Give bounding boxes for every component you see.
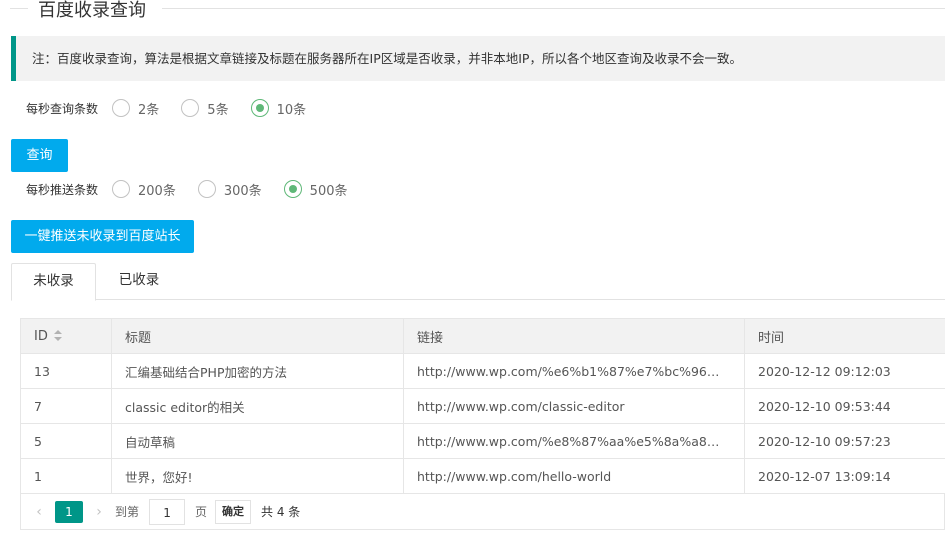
column-header-link: 链接 — [403, 318, 745, 354]
page-title: 百度收录查询 — [38, 0, 146, 21]
radio-circle[interactable] — [112, 99, 131, 117]
cell-id: 7 — [20, 388, 112, 424]
goto-page-input[interactable]: 1 — [149, 498, 186, 525]
column-header-title: 标题 — [111, 318, 404, 354]
query-button[interactable]: 查询 — [11, 139, 68, 172]
radio-circle-checked[interactable] — [250, 99, 269, 117]
push-to-baidu-button[interactable]: 一键推送未收录到百度站长 — [11, 220, 194, 253]
cell-link: http://www.wp.com/classic-editor — [403, 388, 745, 424]
table-row: 13 汇编基础结合PHP加密的方法 http://www.wp.com/%e6%… — [20, 353, 945, 389]
radio-circle-checked[interactable] — [283, 180, 302, 198]
radio-circle[interactable] — [112, 180, 131, 198]
cell-title: 世界，您好! — [111, 458, 404, 494]
query-rate-option-10[interactable]: 10条 — [250, 99, 307, 118]
divider — [162, 8, 945, 9]
cell-time: 2020-12-10 09:57:23 — [744, 423, 945, 459]
table-header-row: ID 标题 链接 时间 — [20, 318, 945, 354]
query-rate-option-5[interactable]: 5条 — [181, 99, 229, 118]
sort-icon[interactable] — [53, 330, 62, 342]
radio-label: 200条 — [138, 183, 176, 199]
column-header-time: 时间 — [744, 318, 945, 354]
query-rate-group: 每秒查询条数 2条 5条 10条 — [26, 97, 328, 119]
push-rate-option-200[interactable]: 200条 — [112, 180, 176, 199]
tab-indexed[interactable]: 已收录 — [103, 263, 175, 300]
radio-label: 2条 — [138, 102, 160, 118]
tab-unindexed[interactable]: 未收录 — [11, 263, 96, 301]
notice-banner: 注：百度收录查询，算法是根据文章链接及标题在服务器所在IP区域是否收录，并非本地… — [11, 36, 945, 81]
cell-link: http://www.wp.com/hello-world — [403, 458, 745, 494]
query-rate-label: 每秒查询条数 — [26, 101, 99, 116]
table-row: 5 自动草稿 http://www.wp.com/%e8%87%aa%e5%8a… — [20, 423, 945, 459]
prev-page-icon[interactable]: ‹ — [31, 504, 47, 520]
pagination: ‹ 1 › 到第 1 页 确定 共 4 条 — [20, 494, 945, 530]
next-page-icon[interactable]: › — [91, 504, 107, 520]
goto-label: 到第 — [115, 505, 140, 519]
table-row: 7 classic editor的相关 http://www.wp.com/cl… — [20, 388, 945, 424]
results-table: ID 标题 链接 时间 13 汇编基础结合PHP加密的方法 http://www… — [20, 318, 945, 494]
cell-id: 13 — [20, 353, 112, 389]
cell-time: 2020-12-07 13:09:14 — [744, 458, 945, 494]
push-rate-label: 每秒推送条数 — [26, 182, 99, 197]
tab-bar: 未收录 已收录 — [11, 263, 945, 301]
column-header-id[interactable]: ID — [20, 318, 112, 354]
radio-label: 300条 — [223, 183, 262, 199]
page-unit-label: 页 — [195, 505, 208, 519]
goto-confirm-button[interactable]: 确定 — [215, 499, 252, 524]
cell-link: http://www.wp.com/%e8%87%aa%e5%8a%a8%e8%… — [403, 423, 745, 459]
cell-time: 2020-12-10 09:53:44 — [744, 388, 945, 424]
divider — [10, 8, 28, 9]
page-current[interactable]: 1 — [55, 500, 83, 523]
radio-label: 10条 — [276, 102, 307, 118]
section-header: 百度收录查询 — [10, 0, 945, 21]
cell-title: 汇编基础结合PHP加密的方法 — [111, 353, 404, 389]
radio-circle[interactable] — [197, 180, 216, 198]
query-rate-option-2[interactable]: 2条 — [112, 99, 159, 118]
cell-title: 自动草稿 — [111, 423, 404, 459]
cell-time: 2020-12-12 09:12:03 — [744, 353, 945, 389]
table-row: 1 世界，您好! http://www.wp.com/hello-world 2… — [20, 458, 945, 494]
radio-label: 5条 — [207, 102, 229, 118]
push-rate-group: 每秒推送条数 200条 300条 500条 — [26, 178, 370, 200]
push-rate-option-300[interactable]: 300条 — [197, 180, 262, 199]
cell-title: classic editor的相关 — [111, 388, 404, 424]
push-rate-option-500[interactable]: 500条 — [283, 180, 348, 199]
cell-id: 5 — [20, 423, 112, 459]
radio-label: 500条 — [309, 183, 348, 199]
radio-circle[interactable] — [181, 99, 200, 117]
cell-id: 1 — [20, 458, 112, 494]
total-count: 共 4 条 — [261, 505, 301, 519]
cell-link: http://www.wp.com/%e6%b1%87%e7%bc%96%e5%… — [403, 353, 745, 389]
